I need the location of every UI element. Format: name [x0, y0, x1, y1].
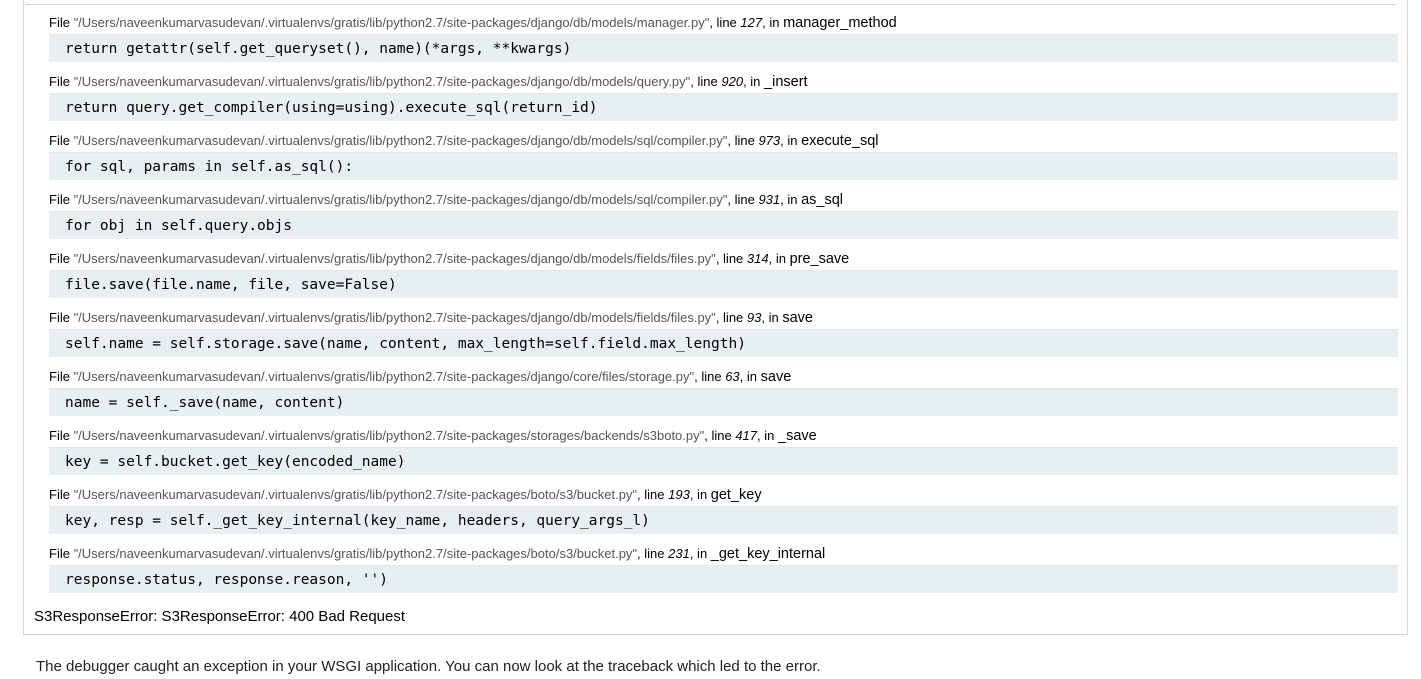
frame-function-name: get_key	[710, 487, 762, 503]
frame-location: File "/Users/naveenkumarvasudevan/.virtu…	[49, 14, 897, 32]
frame-in-prefix: , in	[689, 546, 711, 561]
frame-file-prefix: File	[49, 546, 74, 561]
traceback-frames: File "/Users/naveenkumarvasudevan/.virtu…	[49, 12, 1398, 602]
frame-line-number: 193	[668, 487, 690, 502]
frame-source-line[interactable]: key = self.bucket.get_key(encoded_name)	[49, 447, 1398, 475]
frame-file-prefix: File	[49, 74, 74, 89]
frame-source-line[interactable]: response.status, response.reason, '')	[49, 565, 1398, 593]
traceback-frame: File "/Users/naveenkumarvasudevan/.virtu…	[49, 248, 1398, 307]
frame-location: File "/Users/naveenkumarvasudevan/.virtu…	[49, 73, 808, 91]
frame-location: File "/Users/naveenkumarvasudevan/.virtu…	[49, 368, 791, 386]
frame-location: File "/Users/naveenkumarvasudevan/.virtu…	[49, 427, 817, 445]
frame-filename: "/Users/naveenkumarvasudevan/.virtualenv…	[73, 310, 716, 325]
frame-source-line[interactable]: for obj in self.query.objs	[49, 211, 1398, 239]
frame-filename: "/Users/naveenkumarvasudevan/.virtualenv…	[73, 546, 638, 561]
frame-in-prefix: , in	[743, 74, 765, 89]
frame-in-prefix: , in	[780, 133, 802, 148]
frame-line-number: 127	[740, 15, 763, 30]
frame-line-prefix: , line	[637, 546, 669, 561]
frame-filename: "/Users/naveenkumarvasudevan/.virtualenv…	[73, 15, 710, 30]
frame-location: File "/Users/naveenkumarvasudevan/.virtu…	[49, 309, 813, 327]
traceback-frame: File "/Users/naveenkumarvasudevan/.virtu…	[49, 366, 1398, 425]
frame-filename: "/Users/naveenkumarvasudevan/.virtualenv…	[73, 192, 728, 207]
frame-location: File "/Users/naveenkumarvasudevan/.virtu…	[49, 250, 849, 268]
frame-source-line[interactable]: self.name = self.storage.save(name, cont…	[49, 329, 1398, 357]
frame-line-number: 973	[758, 133, 781, 148]
frame-in-prefix: , in	[768, 251, 790, 266]
traceback-frame: File "/Users/naveenkumarvasudevan/.virtu…	[49, 543, 1398, 602]
frame-file-prefix: File	[49, 251, 74, 266]
frame-line-prefix: , line	[637, 487, 669, 502]
frame-function-name: _insert	[764, 74, 808, 90]
frame-line-prefix: , line	[690, 74, 722, 89]
frame-function-name: save	[782, 310, 813, 326]
frame-line-prefix: , line	[727, 192, 759, 207]
frame-in-prefix: , in	[739, 369, 761, 384]
frame-line-prefix: , line	[727, 133, 759, 148]
frame-file-prefix: File	[49, 487, 74, 502]
frame-line-prefix: , line	[694, 369, 726, 384]
frame-filename: "/Users/naveenkumarvasudevan/.virtualenv…	[73, 251, 716, 266]
frame-line-number: 920	[721, 74, 744, 89]
frame-file-prefix: File	[49, 310, 74, 325]
frame-source-line[interactable]: return query.get_compiler(using=using).e…	[49, 93, 1398, 121]
frame-filename: "/Users/naveenkumarvasudevan/.virtualenv…	[73, 428, 705, 443]
frame-filename: "/Users/naveenkumarvasudevan/.virtualenv…	[73, 487, 638, 502]
traceback-frame: File "/Users/naveenkumarvasudevan/.virtu…	[49, 130, 1398, 189]
frame-file-prefix: File	[49, 133, 74, 148]
traceback-frame: File "/Users/naveenkumarvasudevan/.virtu…	[49, 12, 1398, 71]
frame-file-prefix: File	[49, 192, 74, 207]
frame-line-prefix: , line	[715, 310, 747, 325]
frame-function-name: _get_key_internal	[710, 546, 826, 562]
frame-function-name: save	[760, 369, 792, 385]
frame-function-name: execute_sql	[801, 133, 879, 149]
frame-source-line[interactable]: key, resp = self._get_key_internal(key_n…	[49, 506, 1398, 534]
frame-function-name: manager_method	[783, 15, 897, 31]
frame-line-number: 231	[668, 546, 690, 561]
frame-location: File "/Users/naveenkumarvasudevan/.virtu…	[49, 486, 762, 504]
frame-in-prefix: , in	[762, 15, 784, 30]
frame-function-name: pre_save	[789, 251, 850, 267]
traceback-frame: File "/Users/naveenkumarvasudevan/.virtu…	[49, 307, 1398, 366]
debugger-explanation: The debugger caught an exception in your…	[36, 658, 821, 675]
frame-source-line[interactable]: return getattr(self.get_queryset(), name…	[49, 34, 1398, 62]
frame-function-name: _save	[778, 428, 817, 444]
frame-source-line[interactable]: for sql, params in self.as_sql():	[49, 152, 1398, 180]
frame-location: File "/Users/naveenkumarvasudevan/.virtu…	[49, 191, 843, 209]
traceback-frame: File "/Users/naveenkumarvasudevan/.virtu…	[49, 71, 1398, 130]
frame-line-prefix: , line	[709, 15, 741, 30]
frame-line-number: 931	[758, 192, 781, 207]
frame-in-prefix: , in	[757, 428, 778, 443]
frame-file-prefix: File	[49, 369, 74, 384]
frame-location: File "/Users/naveenkumarvasudevan/.virtu…	[49, 132, 879, 150]
frame-line-number: 314	[746, 251, 769, 266]
frame-line-prefix: , line	[715, 251, 747, 266]
frame-line-prefix: , line	[704, 428, 736, 443]
frame-filename: "/Users/naveenkumarvasudevan/.virtualenv…	[73, 133, 728, 148]
traceback-frame: File "/Users/naveenkumarvasudevan/.virtu…	[49, 484, 1398, 543]
error-message: S3ResponseError: S3ResponseError: 400 Ba…	[34, 608, 406, 625]
frame-file-prefix: File	[49, 15, 74, 30]
previous-source-block	[26, 0, 1396, 5]
frame-in-prefix: , in	[761, 310, 783, 325]
traceback-frame: File "/Users/naveenkumarvasudevan/.virtu…	[49, 425, 1398, 484]
frame-location: File "/Users/naveenkumarvasudevan/.virtu…	[49, 545, 825, 563]
traceback-frame: File "/Users/naveenkumarvasudevan/.virtu…	[49, 189, 1398, 248]
frame-filename: "/Users/naveenkumarvasudevan/.virtualenv…	[73, 74, 691, 89]
frame-filename: "/Users/naveenkumarvasudevan/.virtualenv…	[73, 369, 695, 384]
frame-line-number: 417	[735, 428, 758, 443]
frame-source-line[interactable]: file.save(file.name, file, save=False)	[49, 270, 1398, 298]
frame-line-number: 63	[725, 369, 740, 384]
frame-source-line[interactable]: name = self._save(name, content)	[49, 388, 1398, 416]
frame-file-prefix: File	[49, 428, 74, 443]
frame-function-name: as_sql	[801, 192, 844, 208]
frame-in-prefix: , in	[689, 487, 711, 502]
frame-line-number: 93	[746, 310, 762, 325]
frame-in-prefix: , in	[780, 192, 802, 207]
